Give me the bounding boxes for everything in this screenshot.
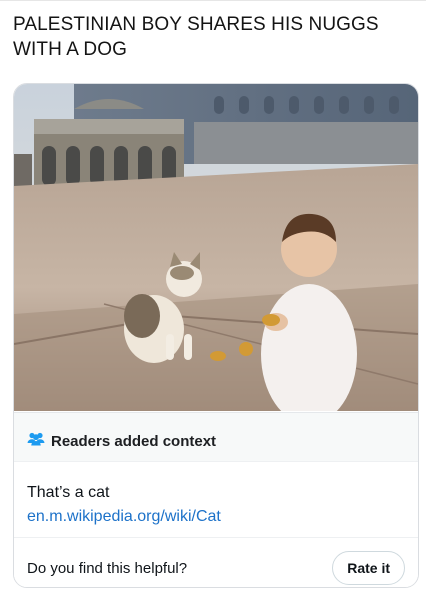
people-icon (27, 432, 45, 450)
note-text: That’s a cat (27, 484, 110, 501)
note-body: That’s a cat en.m.wikipedia.org/wiki/Cat (14, 461, 418, 538)
divider (0, 0, 426, 1)
note-header: Readers added context (27, 431, 216, 451)
tweet-card: Readers added context That’s a cat en.m.… (13, 83, 419, 588)
note-footer: Do you find this helpful? Rate it (14, 537, 418, 587)
community-note: Readers added context That’s a cat en.m.… (14, 412, 418, 587)
rate-it-button[interactable]: Rate it (332, 551, 405, 585)
tweet-text: PALESTINIAN BOY SHARES HIS NUGGS WITH A … (13, 14, 379, 60)
photo-illustration (14, 84, 418, 411)
helpful-question: Do you find this helpful? (27, 560, 188, 577)
note-source-link[interactable]: en.m.wikipedia.org/wiki/Cat (27, 508, 221, 526)
note-header-label: Readers added context (51, 432, 217, 450)
tweet-photo[interactable] (14, 84, 418, 411)
